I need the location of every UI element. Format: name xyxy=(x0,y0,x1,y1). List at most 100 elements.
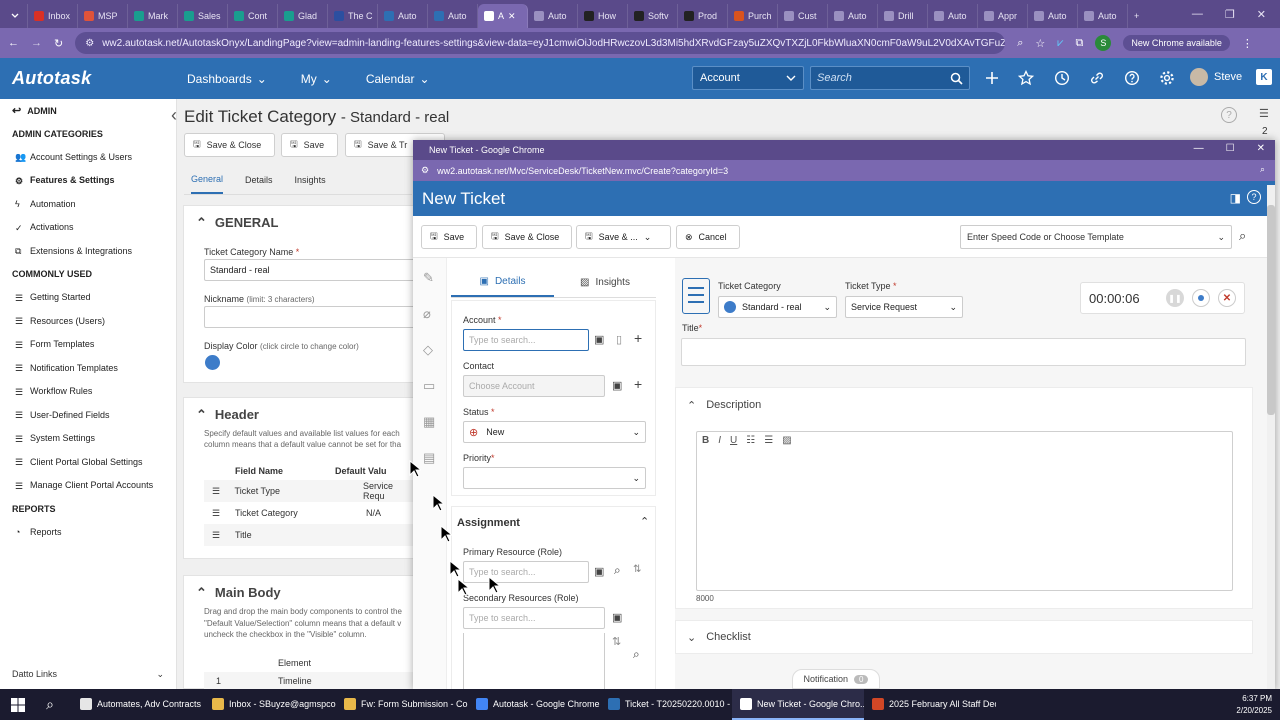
pause-icon[interactable]: ❚❚ xyxy=(1166,289,1184,307)
favorites-star-icon[interactable] xyxy=(1016,68,1036,88)
search-icon[interactable]: ⌕ xyxy=(36,696,64,713)
datto-links-toggle[interactable]: Datto Links ⌄ xyxy=(12,669,164,680)
secondary-resources-list[interactable] xyxy=(463,633,605,691)
underline-icon[interactable]: U xyxy=(730,435,737,446)
browser-tab[interactable]: Auto xyxy=(928,4,978,28)
table-row[interactable]: ☰ Ticket Type Service Requ xyxy=(204,480,416,502)
resource-card-icon[interactable]: ▣ xyxy=(612,611,622,624)
browser-tab[interactable]: Purch xyxy=(728,4,778,28)
table-row[interactable]: ☰ Ticket Category N/A xyxy=(204,502,416,524)
account-card-icon[interactable]: ▣ xyxy=(594,333,604,346)
cancel-button[interactable]: ⊗ Cancel xyxy=(676,225,740,249)
browser-tab[interactable]: Auto xyxy=(528,4,578,28)
browser-tab[interactable]: Auto xyxy=(428,4,478,28)
taskbar-item[interactable]: Inbox - SBuyze@agmspco... xyxy=(204,689,336,720)
browser-tab[interactable]: Appr xyxy=(978,4,1028,28)
browser-tab[interactable]: Softv xyxy=(628,4,678,28)
new-chrome-available-button[interactable]: New Chrome available xyxy=(1123,35,1230,51)
save-more-dropdown[interactable]: 🖫 Save & ... ⌄ xyxy=(576,225,671,249)
sidebar-item-workflow-rules[interactable]: ☰ Workflow Rules xyxy=(0,380,176,404)
account-search-input[interactable]: Type to search... xyxy=(463,329,589,351)
display-color-circle[interactable] xyxy=(205,355,220,370)
browser-tab[interactable]: The C xyxy=(328,4,378,28)
ticket-type-select[interactable]: Service Request ⌄ xyxy=(845,296,963,318)
numbered-list-icon[interactable]: ☷ xyxy=(746,435,755,446)
table-row[interactable]: 1 Timeline xyxy=(204,672,416,690)
table-row[interactable]: ☰ Title xyxy=(204,524,416,546)
nav-calendar[interactable]: Calendar ⌄ xyxy=(366,72,430,86)
maximize-icon[interactable]: ❐ xyxy=(1225,8,1235,21)
tab-insights[interactable]: ▨ Insights xyxy=(554,268,656,297)
sidebar-admin-link[interactable]: ↩ ADMIN xyxy=(0,99,176,122)
search-icon[interactable]: ⌕ xyxy=(633,647,640,662)
global-search-input[interactable]: Search xyxy=(810,66,970,90)
close-icon[interactable]: ✕ xyxy=(1257,8,1266,21)
bookmark-star-icon[interactable]: ☆ xyxy=(1035,37,1045,50)
header-section-header[interactable]: ⌃ Header xyxy=(196,407,259,423)
resource-card-icon[interactable]: ▣ xyxy=(594,565,604,578)
drag-handle-icon[interactable]: ☰ xyxy=(204,508,235,519)
popup-url-text[interactable]: ww2.autotask.net/Mvc/ServiceDesk/TicketN… xyxy=(437,166,728,176)
panel-toggle-icon[interactable]: ◨ xyxy=(1230,191,1241,205)
extension-icon[interactable]: ⩗ xyxy=(1057,37,1063,50)
sidebar-item-account-settings[interactable]: 👥 Account Settings & Users xyxy=(0,145,176,169)
sidebar-item-getting-started[interactable]: ☰ Getting Started xyxy=(0,286,176,310)
tab-close-icon[interactable]: ✕ xyxy=(508,11,516,22)
settings-gear-icon[interactable] xyxy=(1157,68,1177,88)
description-header[interactable]: ⌃ Description xyxy=(687,399,761,412)
browser-tab[interactable]: Auto xyxy=(828,4,878,28)
title-input[interactable] xyxy=(681,338,1246,366)
nickname-input[interactable] xyxy=(204,306,416,328)
reload-icon[interactable]: ↻ xyxy=(54,37,63,50)
browser-tab[interactable]: A ✕ xyxy=(478,4,528,28)
zoom-icon[interactable]: ⌕ xyxy=(1017,37,1023,50)
sidebar-item-udf[interactable]: ☰ User-Defined Fields xyxy=(0,403,176,427)
profile-avatar[interactable]: S xyxy=(1095,35,1112,51)
tab-general[interactable]: General xyxy=(191,165,224,194)
tab-insights[interactable]: Insights xyxy=(295,175,326,185)
popup-scrollbar[interactable] xyxy=(1267,185,1275,690)
tag-icon[interactable]: ◇ xyxy=(423,342,433,358)
save-close-button[interactable]: 🖫 Save & Close xyxy=(184,133,275,157)
save-button[interactable]: 🖫 Save xyxy=(281,133,338,157)
primary-resource-input[interactable]: Type to search... xyxy=(463,561,589,583)
user-name[interactable]: Steve xyxy=(1214,71,1242,83)
browser-tab[interactable]: Cont xyxy=(228,4,278,28)
priority-select[interactable]: ⌄ xyxy=(463,467,646,489)
browser-tab[interactable]: How xyxy=(578,4,628,28)
sidebar-item-resources[interactable]: ☰ Resources (Users) xyxy=(0,309,176,333)
document-icon[interactable]: ▯ xyxy=(616,333,622,346)
general-section-header[interactable]: ⌃ GENERAL xyxy=(196,215,278,231)
contact-input[interactable]: Choose Account xyxy=(463,375,605,397)
main-body-section-header[interactable]: ⌃ Main Body xyxy=(196,585,281,601)
sidebar-item-activations[interactable]: ✓ Activations xyxy=(0,216,176,240)
taskbar-item[interactable]: Fw: Form Submission - Co... xyxy=(336,689,468,720)
address-bar[interactable]: ⚙ ww2.autotask.net/AutotaskOnyx/LandingP… xyxy=(75,32,1006,54)
status-select[interactable]: ⊕ New ⌄ xyxy=(463,421,646,443)
add-account-icon[interactable]: + xyxy=(634,330,642,346)
speed-code-template-select[interactable]: Enter Speed Code or Choose Template ⌄ xyxy=(960,225,1232,249)
browser-tab[interactable]: Auto xyxy=(378,4,428,28)
stop-timer-icon[interactable]: ✕ xyxy=(1218,289,1236,307)
sort-icon[interactable]: ⇅ xyxy=(633,564,641,575)
browser-tab[interactable]: Drill xyxy=(878,4,928,28)
panel-toggle-icon[interactable]: ☰ xyxy=(1259,107,1269,120)
site-info-icon[interactable]: ⚙ xyxy=(421,165,429,176)
attachment-icon[interactable]: ⌀ xyxy=(423,306,431,322)
sidebar-item-notification-templates[interactable]: ☰ Notification Templates xyxy=(0,356,176,380)
edit-icon[interactable]: ✎ xyxy=(423,270,434,286)
kaseya-app-icon[interactable]: K xyxy=(1256,69,1272,85)
sidebar-item-client-portal-global[interactable]: ☰ Client Portal Global Settings xyxy=(0,450,176,474)
sidebar-item-automation[interactable]: ϟ Automation xyxy=(0,192,176,216)
browser-tab[interactable]: Sales xyxy=(178,4,228,28)
checklist-header[interactable]: ⌄ Checklist xyxy=(687,631,751,644)
browser-tab[interactable]: MSP xyxy=(78,4,128,28)
tab-details[interactable]: ▣ Details xyxy=(451,268,554,297)
sidebar-item-client-portal-accounts[interactable]: ☰ Manage Client Portal Accounts xyxy=(0,474,176,498)
new-tab-icon[interactable]: + xyxy=(1128,4,1150,28)
image-icon[interactable]: ▨ xyxy=(782,435,791,446)
scrollbar-thumb[interactable] xyxy=(1267,205,1275,415)
nav-dashboards[interactable]: Dashboards ⌄ xyxy=(187,72,267,86)
browser-tab[interactable]: Inbox xyxy=(28,4,78,28)
bold-icon[interactable]: B xyxy=(702,435,709,446)
